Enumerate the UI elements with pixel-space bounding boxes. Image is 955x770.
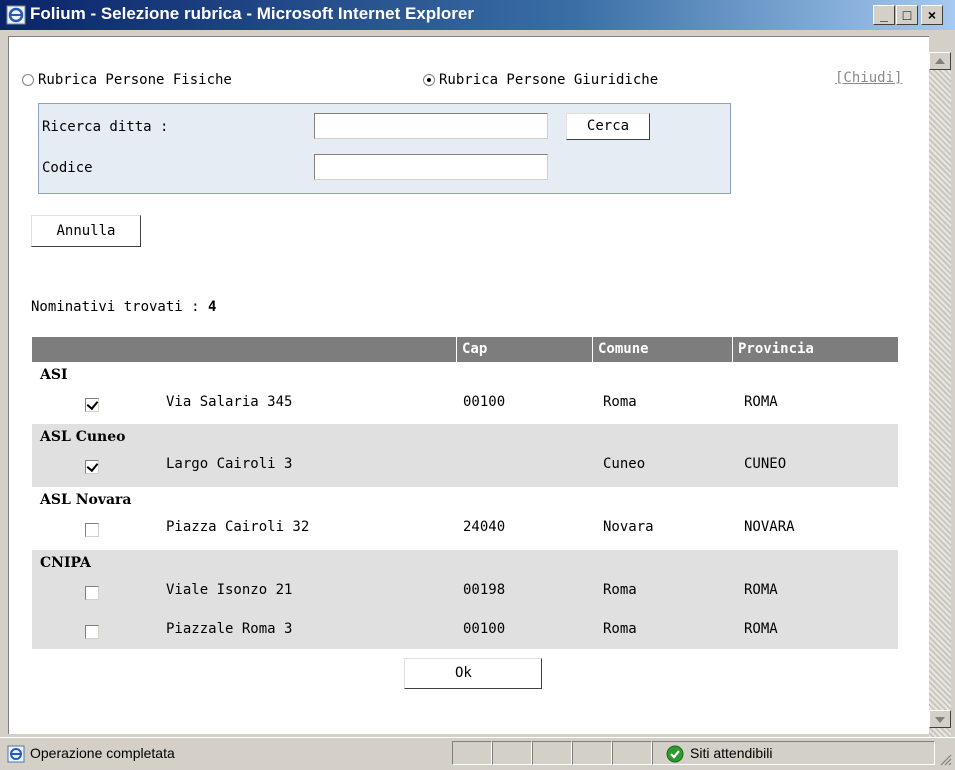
cancel-button[interactable]: Annulla [31, 215, 141, 247]
header-indirizzo [32, 337, 456, 362]
ie-page-icon [7, 745, 25, 763]
status-panel [612, 741, 652, 765]
status-panel [452, 741, 492, 765]
header-cap: Cap [456, 337, 592, 362]
row-cap: 24040 [463, 519, 506, 535]
arrow-down-icon [935, 717, 945, 723]
window-title: Folium - Selezione rubrica - Microsoft I… [30, 4, 474, 23]
ie-icon [6, 5, 26, 25]
codice-label: Codice [42, 160, 93, 176]
row-checkbox[interactable] [85, 460, 99, 474]
group-name: ASL Cuneo [40, 429, 126, 445]
scroll-down-button[interactable] [929, 710, 951, 728]
table-header: Cap Comune Provincia [32, 337, 898, 362]
row-provincia: ROMA [744, 582, 778, 598]
ok-button[interactable]: Ok [404, 658, 542, 689]
group-name: CNIPA [40, 555, 91, 571]
radio-persone-fisiche-label[interactable]: Rubrica Persone Fisiche [38, 72, 232, 88]
row-checkbox[interactable] [85, 586, 99, 600]
row-checkbox[interactable] [85, 523, 99, 537]
status-message: Operazione completata [30, 745, 175, 761]
search-button[interactable]: Cerca [566, 113, 650, 140]
row-cap: 00100 [463, 621, 506, 637]
ricerca-ditta-input[interactable] [314, 113, 548, 139]
radio-persone-giuridiche-label[interactable]: Rubrica Persone Giuridiche [439, 72, 658, 88]
maximize-button[interactable]: □ [896, 5, 918, 25]
status-panel [532, 741, 572, 765]
row-comune: Cuneo [603, 456, 646, 472]
row-comune: Roma [603, 621, 637, 637]
radio-persone-giuridiche[interactable] [423, 74, 435, 86]
status-panel [572, 741, 612, 765]
group-name: ASL Novara [40, 492, 132, 508]
codice-input[interactable] [314, 154, 548, 180]
ricerca-ditta-label: Ricerca ditta : [42, 119, 169, 135]
row-provincia: ROMA [744, 394, 778, 410]
row-cap: 00198 [463, 582, 506, 598]
window-titlebar[interactable]: Folium - Selezione rubrica - Microsoft I… [0, 0, 955, 30]
row-comune: Roma [603, 394, 637, 410]
resize-grip-icon[interactable] [938, 752, 952, 766]
row-indirizzo: Piazzale Roma 3 [166, 621, 293, 637]
scroll-up-button[interactable] [929, 52, 951, 70]
row-comune: Roma [603, 582, 637, 598]
row-indirizzo: Viale Isonzo 21 [166, 582, 293, 598]
row-provincia: ROMA [744, 621, 778, 637]
close-link[interactable]: [Chiudi] [835, 70, 902, 86]
close-window-button[interactable]: × [921, 5, 943, 25]
row-indirizzo: Piazza Cairoli 32 [166, 519, 310, 535]
group-asi: ASI Via Salaria 345 00100 Roma ROMA [32, 362, 898, 424]
zone-label: Siti attendibili [690, 745, 773, 761]
results-count-value: 4 [208, 299, 217, 315]
row-cap: 00100 [463, 394, 506, 410]
row-checkbox[interactable] [85, 398, 99, 412]
vertical-scrollbar[interactable] [929, 52, 951, 737]
status-bar: Operazione completata Siti attendibili [0, 737, 955, 770]
results-count: Nominativi trovati : 4 [31, 299, 216, 315]
row-provincia: NOVARA [744, 519, 795, 535]
row-indirizzo: Largo Cairoli 3 [166, 456, 293, 472]
row-checkbox[interactable] [85, 625, 99, 639]
header-provincia: Provincia [732, 337, 898, 362]
group-asl-novara: ASL Novara Piazza Cairoli 32 24040 Novar… [32, 487, 898, 550]
results-label: Nominativi trovati : [31, 299, 200, 315]
trusted-check-icon [666, 745, 684, 763]
row-comune: Novara [603, 519, 654, 535]
group-cnipa: CNIPA Viale Isonzo 21 00198 Roma ROMA Pi… [32, 550, 898, 649]
group-name: ASI [40, 367, 68, 383]
radio-persone-fisiche[interactable] [22, 74, 34, 86]
group-asl-cuneo: ASL Cuneo Largo Cairoli 3 Cuneo CUNEO [32, 424, 898, 487]
status-panel [492, 741, 532, 765]
arrow-up-icon [935, 58, 945, 64]
row-provincia: CUNEO [744, 456, 787, 472]
page-content: Rubrica Persone Fisiche Rubrica Persone … [8, 36, 929, 734]
row-indirizzo: Via Salaria 345 [166, 394, 293, 410]
header-comune: Comune [592, 337, 732, 362]
minimize-button[interactable]: _ [873, 5, 895, 25]
